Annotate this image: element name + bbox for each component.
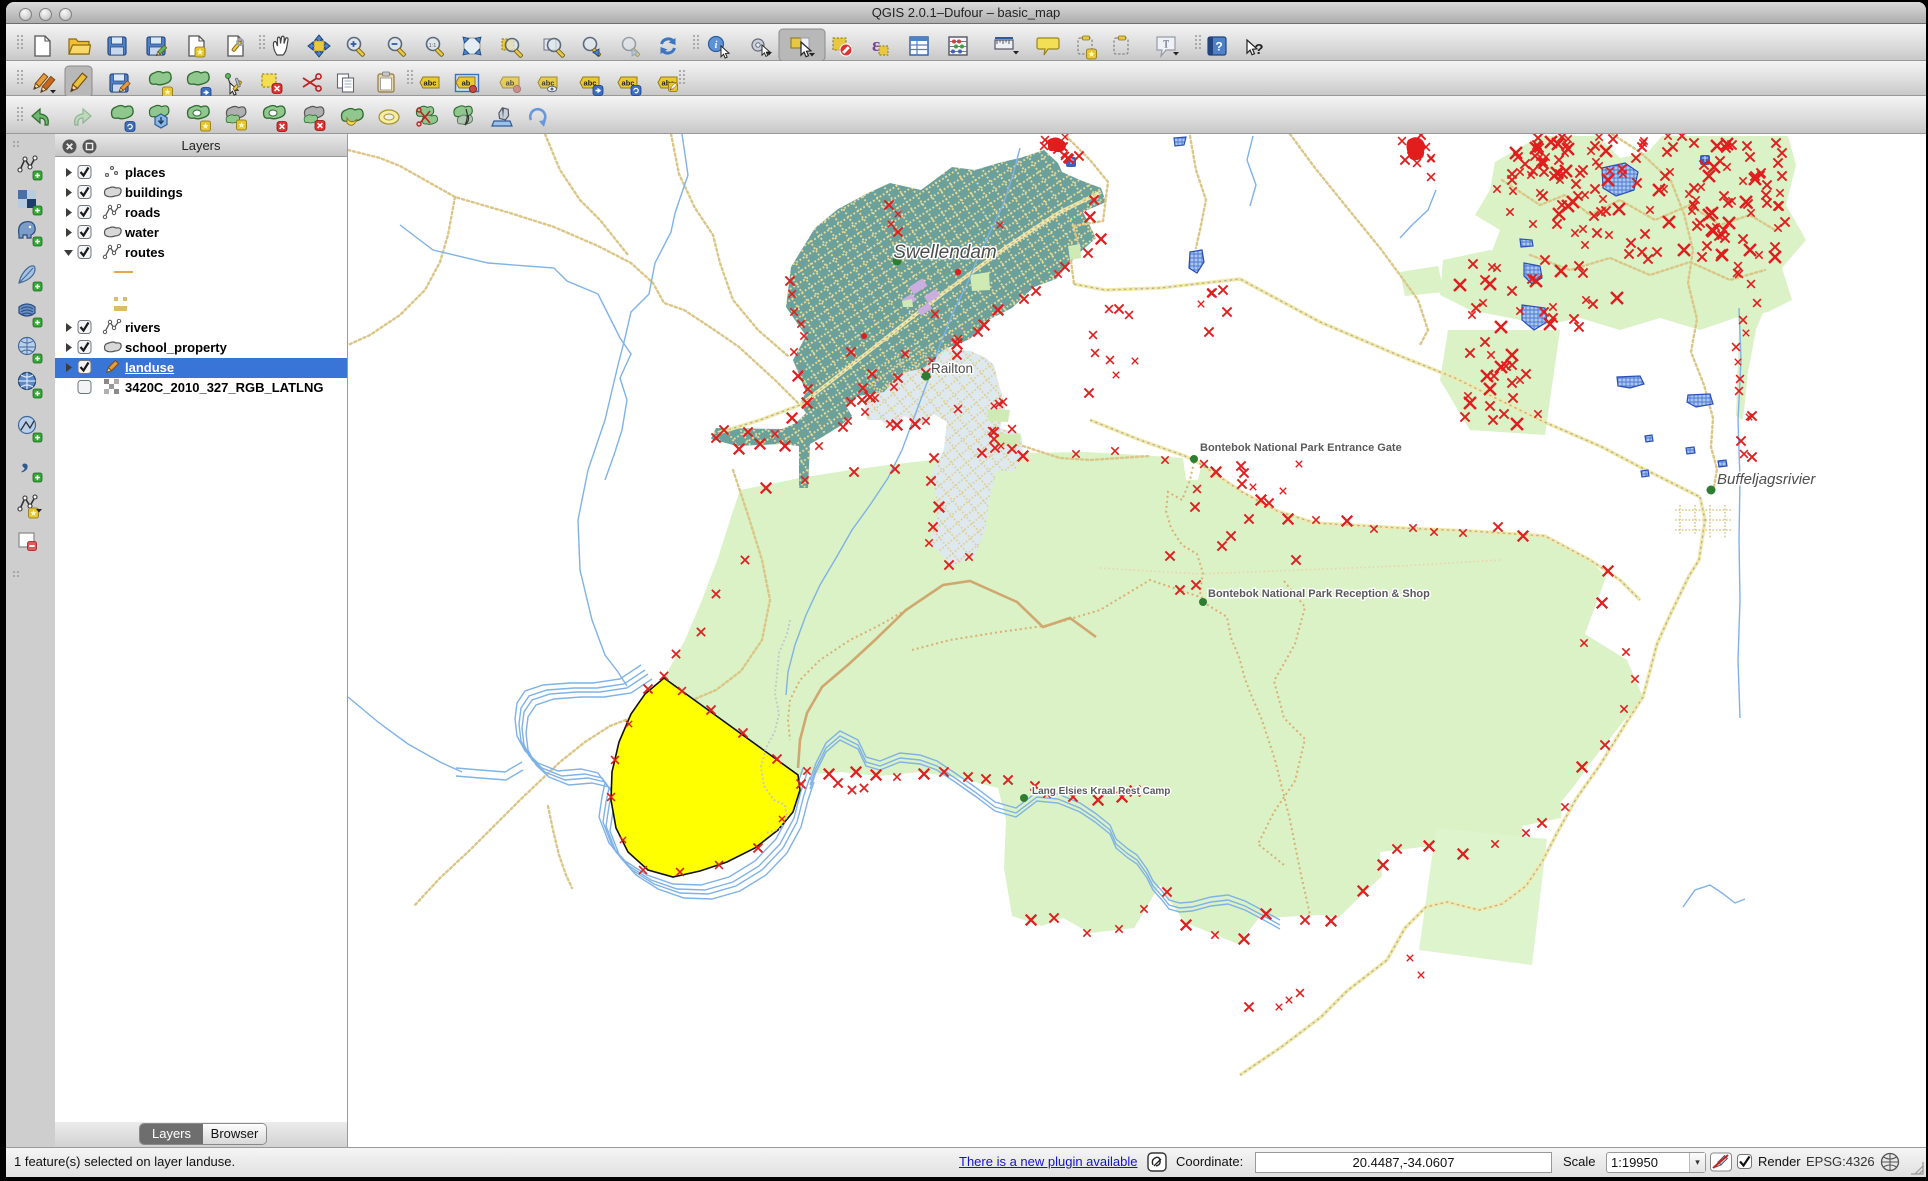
svg-text:ab: ab: [462, 79, 471, 88]
svg-text:Swellendam: Swellendam: [893, 242, 997, 263]
svg-text:Bontebok National Park Recepti: Bontebok National Park Reception & Shop: [1208, 588, 1430, 600]
svg-text:i: i: [715, 40, 718, 51]
svg-text:Buffeljagsrivier: Buffeljagsrivier: [1717, 471, 1816, 488]
svg-text:,: ,: [21, 442, 29, 475]
svg-text:1:1: 1:1: [429, 43, 437, 49]
svg-text:Lang Elsies Kraal Rest Camp: Lang Elsies Kraal Rest Camp: [1032, 786, 1170, 797]
svg-text:abc: abc: [424, 79, 437, 88]
svg-text:Railton: Railton: [931, 361, 973, 376]
svg-text:?: ?: [1254, 41, 1263, 58]
svg-text:ab: ab: [506, 79, 515, 88]
svg-text:Bontebok National Park Entranc: Bontebok National Park Entrance Gate: [1200, 442, 1402, 454]
svg-text:T: T: [1163, 40, 1169, 51]
svg-text:?: ?: [1215, 40, 1222, 54]
